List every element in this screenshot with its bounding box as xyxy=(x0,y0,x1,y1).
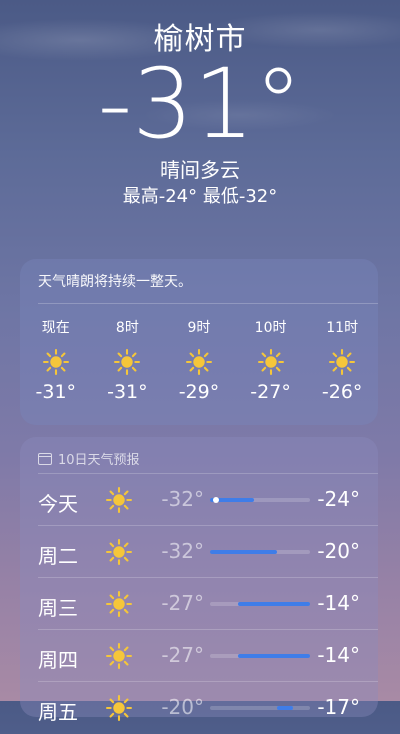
day-label: 周三 xyxy=(38,596,78,620)
temperature-range-bar xyxy=(210,550,310,554)
hour-label: 10时 xyxy=(254,320,287,336)
weather-condition: 晴间多云 xyxy=(160,158,240,182)
temperature-range-fill xyxy=(210,550,277,554)
hourly-forecast-card[interactable]: 天气晴朗将持续一整天。 现在 -31° 8时 -31° 9时 -29° 10时 -27° 11时… xyxy=(20,259,378,425)
divider xyxy=(38,303,378,304)
high-temperature: -20° xyxy=(317,539,360,563)
sun-icon xyxy=(105,590,132,621)
sun-icon xyxy=(163,348,235,375)
hour-temperature: -29° xyxy=(178,381,220,403)
hourly-item: 8时 -31° xyxy=(92,317,164,403)
hour-temperature: -27° xyxy=(250,381,291,403)
hour-label: 8时 xyxy=(115,320,139,336)
high-temperature: -14° xyxy=(317,643,360,667)
ten-day-header: 10日天气预报 xyxy=(38,449,140,468)
hour-temperature: -26° xyxy=(321,381,363,403)
temperature-range-bar xyxy=(210,497,310,503)
low-temperature: -27° xyxy=(161,591,204,615)
daily-row[interactable]: 周三 -27° -14° xyxy=(20,578,378,630)
temperature-range-bar xyxy=(210,654,310,658)
temperature-range-fill xyxy=(237,602,310,606)
day-label: 周二 xyxy=(38,544,78,568)
hour-temperature: -31° xyxy=(107,381,148,403)
current-temperature: -31° xyxy=(97,48,303,160)
temperature-range-fill xyxy=(276,706,294,710)
ten-day-title: 10日天气预报 xyxy=(58,453,140,468)
sun-icon xyxy=(105,538,132,569)
day-label: 周四 xyxy=(38,648,78,672)
daily-row[interactable]: 今天 -32° -24° xyxy=(20,474,378,526)
temperature-range-bar xyxy=(210,706,310,710)
hourly-item: 10时 -27° xyxy=(235,317,307,403)
hour-temperature: -31° xyxy=(35,381,77,403)
hourly-item: 现在 -31° xyxy=(20,317,92,403)
hourly-list: 现在 -31° 8时 -31° 9时 -29° 10时 -27° 11时 -26° xyxy=(20,317,378,403)
low-temperature: -20° xyxy=(161,695,204,719)
high-temperature: -17° xyxy=(317,695,360,719)
sun-icon xyxy=(235,348,307,375)
sun-icon xyxy=(105,642,132,673)
hour-label: 现在 xyxy=(41,320,70,336)
calendar-icon xyxy=(38,452,52,465)
ten-day-forecast-card[interactable]: 10日天气预报 今天 -32° -24° 周二 -32° -20° 周三 -27° -14° 周四… xyxy=(20,437,378,724)
low-temperature: -27° xyxy=(161,643,204,667)
high-temperature: -24° xyxy=(317,487,360,511)
daily-row[interactable]: 周二 -32° -20° xyxy=(20,526,378,578)
forecast-summary: 天气晴朗将持续一整天。 xyxy=(38,274,192,290)
daily-row[interactable]: 周五 -20° -17° xyxy=(20,682,378,734)
sun-icon xyxy=(20,348,92,375)
sun-icon xyxy=(105,486,132,517)
low-temperature: -32° xyxy=(161,487,204,511)
current-temp-dot xyxy=(212,497,219,503)
sun-icon xyxy=(306,348,378,375)
high-temperature: -14° xyxy=(317,591,360,615)
sun-icon xyxy=(105,694,132,725)
hour-label: 11时 xyxy=(326,320,359,336)
hour-label: 9时 xyxy=(187,320,211,336)
hourly-item: 9时 -29° xyxy=(163,317,235,403)
temperature-range-fill xyxy=(237,654,310,658)
high-low-temperature: 最高-24° 最低-32° xyxy=(122,186,278,207)
day-label: 周五 xyxy=(38,700,78,724)
temperature-range-bar xyxy=(210,602,310,606)
day-label: 今天 xyxy=(38,492,78,516)
daily-row[interactable]: 周四 -27° -14° xyxy=(20,630,378,682)
sun-icon xyxy=(92,348,164,375)
hourly-item: 11时 -26° xyxy=(306,317,378,403)
low-temperature: -32° xyxy=(161,539,204,563)
